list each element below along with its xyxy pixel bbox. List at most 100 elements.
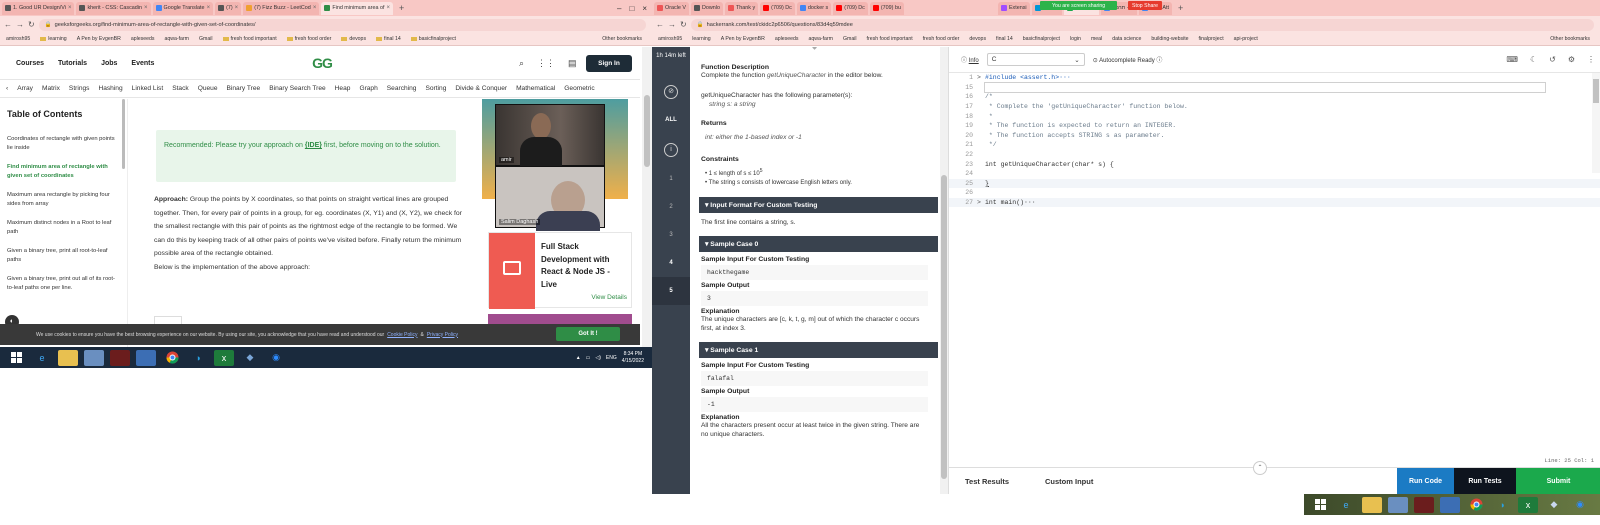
bookmark[interactable]: basicfinalproject xyxy=(410,36,456,42)
tab-custom-input[interactable]: Custom Input xyxy=(1045,477,1093,486)
app-icon[interactable] xyxy=(110,349,130,366)
sample-case-1-header[interactable]: ▾ Sample Case 1 xyxy=(699,342,938,358)
right-tab[interactable]: Thank y xyxy=(724,1,759,15)
grid-icon[interactable]: ⋮⋮ xyxy=(537,58,555,69)
bookmark[interactable]: data science xyxy=(1112,36,1141,42)
run-tests-button[interactable]: Run Tests xyxy=(1454,468,1516,495)
close-icon[interactable]: × xyxy=(68,5,72,11)
chrome-icon[interactable] xyxy=(162,350,182,366)
forward-icon[interactable]: → xyxy=(16,20,24,29)
sample-case-0-header[interactable]: ▾ Sample Case 0 xyxy=(699,236,938,252)
code-line[interactable]: 24 xyxy=(949,169,1600,179)
reset-icon[interactable]: ↺ xyxy=(1549,55,1556,64)
info-icon[interactable]: i xyxy=(664,143,678,157)
bookmark[interactable]: amirosh95 xyxy=(658,36,682,42)
toc-item-active[interactable]: Find minimum area of rectangle with give… xyxy=(7,163,119,180)
maximize-icon[interactable]: □ xyxy=(629,4,634,13)
bookmark[interactable]: aqwa-farm xyxy=(164,36,189,42)
topic-link[interactable]: Sorting xyxy=(425,85,446,92)
ie-icon[interactable]: e xyxy=(32,350,52,366)
topic-link[interactable]: Mathematical xyxy=(516,85,555,92)
ie-icon[interactable]: e xyxy=(1336,497,1356,513)
topic-link[interactable]: Binary Tree xyxy=(227,85,261,92)
nav-events[interactable]: Events xyxy=(131,60,154,67)
input-format-header[interactable]: ▾ Input Format For Custom Testing xyxy=(699,197,938,213)
chevron-up-icon[interactable]: ⌃ xyxy=(1253,461,1267,475)
close-icon[interactable]: × xyxy=(207,5,211,11)
view-details-link[interactable]: View Details xyxy=(591,294,627,301)
bookmark[interactable]: building-website xyxy=(1151,36,1188,42)
topic-link[interactable]: Geometric xyxy=(564,85,594,92)
question-5[interactable]: 5 xyxy=(652,277,690,305)
url-field[interactable]: 🔒 geeksforgeeks.org/find-minimum-area-of-… xyxy=(38,18,646,31)
bookmark[interactable]: meal xyxy=(1091,36,1102,42)
bookmark[interactable]: basicfinalproject xyxy=(1023,36,1060,42)
left-tab[interactable]: 1. Good UR Design/Vi × xyxy=(2,1,75,15)
settings-icon[interactable]: ⚙ xyxy=(1568,55,1575,64)
language-indicator[interactable]: ENG xyxy=(606,355,617,361)
code-line[interactable]: 22 xyxy=(949,150,1600,160)
bookmark[interactable]: fresh food important xyxy=(222,36,277,42)
editor-scrollbar[interactable] xyxy=(1592,73,1600,173)
minimize-icon[interactable]: – xyxy=(617,4,621,13)
edge-icon[interactable]: ◑ xyxy=(1492,497,1512,513)
left-tab[interactable]: Google Translate × xyxy=(152,1,214,15)
topic-link[interactable]: Divide & Conquer xyxy=(455,85,507,92)
question-3[interactable]: 3 xyxy=(652,221,690,249)
zoom-icon[interactable]: ◉ xyxy=(1570,497,1590,513)
ide-link[interactable]: {IDE} xyxy=(305,142,322,149)
bookmark[interactable]: Gmail xyxy=(199,36,213,42)
code-line[interactable]: 19 * The function is expected to return … xyxy=(949,121,1600,131)
windows-start-icon[interactable] xyxy=(1310,497,1330,513)
tray-arrow-icon[interactable]: ▲ xyxy=(576,355,581,361)
stop-share-button[interactable]: Stop Share xyxy=(1128,1,1162,10)
other-bookmarks[interactable]: Other bookmarks xyxy=(602,36,642,42)
code-line[interactable]: 27 > int main()··· xyxy=(949,197,1600,208)
compass-icon[interactable]: ⊘ xyxy=(664,85,678,99)
topic-link[interactable]: Queue xyxy=(198,85,218,92)
code-line[interactable]: 18 * xyxy=(949,111,1600,121)
bookmark[interactable]: A Pen by EvgenBR xyxy=(77,36,121,42)
nav-tutorials[interactable]: Tutorials xyxy=(58,60,87,67)
toc-item[interactable]: Maximum distinct nodes in a Root to leaf… xyxy=(7,219,119,236)
close-window-icon[interactable]: × xyxy=(642,4,647,13)
bookmark[interactable]: amirosh95 xyxy=(6,36,30,42)
topic-link[interactable]: Searching xyxy=(387,85,417,92)
close-icon[interactable]: × xyxy=(386,5,390,11)
right-tab[interactable]: Extensi xyxy=(997,1,1030,15)
close-icon[interactable]: × xyxy=(313,5,317,11)
bookmark[interactable]: fresh food important xyxy=(867,36,913,42)
left-tab[interactable]: (7) × xyxy=(215,1,242,15)
close-icon[interactable]: × xyxy=(144,5,148,11)
toc-item[interactable]: Maximum area rectangle by picking four s… xyxy=(7,191,119,208)
course-card[interactable]: Full Stack Development with React & Node… xyxy=(488,232,632,309)
theme-icon[interactable]: ☾ xyxy=(1530,55,1537,64)
code-line[interactable]: 15 xyxy=(949,81,1600,93)
sign-in-button[interactable]: Sign In xyxy=(586,55,632,72)
right-tab[interactable]: (709) Dc xyxy=(833,1,868,15)
bookmark[interactable]: devops xyxy=(341,36,366,42)
bookmark[interactable]: A Pen by EvgenBR xyxy=(721,36,765,42)
close-icon[interactable]: × xyxy=(235,5,239,11)
bookmark[interactable]: final 14 xyxy=(996,36,1013,42)
volume-icon[interactable]: ◁) xyxy=(595,355,601,361)
gfg-logo[interactable]: GG xyxy=(307,55,337,71)
left-tab[interactable]: (7) Fizz Buzz - LeetCod × xyxy=(243,1,320,15)
topic-link[interactable]: Graph xyxy=(359,85,377,92)
reload-icon[interactable]: ↻ xyxy=(680,20,687,29)
code-line[interactable]: 23 int getUniqueCharacter(char* s) { xyxy=(949,159,1600,169)
toc-item[interactable]: Given a binary tree, print out all of it… xyxy=(7,275,119,292)
code-line[interactable]: 20 * The function accepts STRING s as pa… xyxy=(949,131,1600,141)
nav-courses[interactable]: Courses xyxy=(16,60,44,67)
question-1[interactable]: 1 xyxy=(652,165,690,193)
all-questions[interactable]: ALL xyxy=(652,117,690,123)
bookmark[interactable]: fresh food order xyxy=(286,36,331,42)
topic-link[interactable]: Heap xyxy=(335,85,351,92)
code-line-active[interactable]: 25} xyxy=(949,178,1600,189)
code-lines[interactable]: 1 > #include <assert.h>··· 15 16/* 17 * Co… xyxy=(949,73,1600,208)
left-tab[interactable]: kherit - CSS: Cascadin × xyxy=(76,1,151,15)
file-explorer-icon[interactable] xyxy=(1362,496,1382,513)
control-panel-icon[interactable] xyxy=(84,349,104,366)
drag-handle-icon[interactable]: ◆ xyxy=(701,47,928,51)
code-line[interactable]: 16/* xyxy=(949,92,1600,102)
